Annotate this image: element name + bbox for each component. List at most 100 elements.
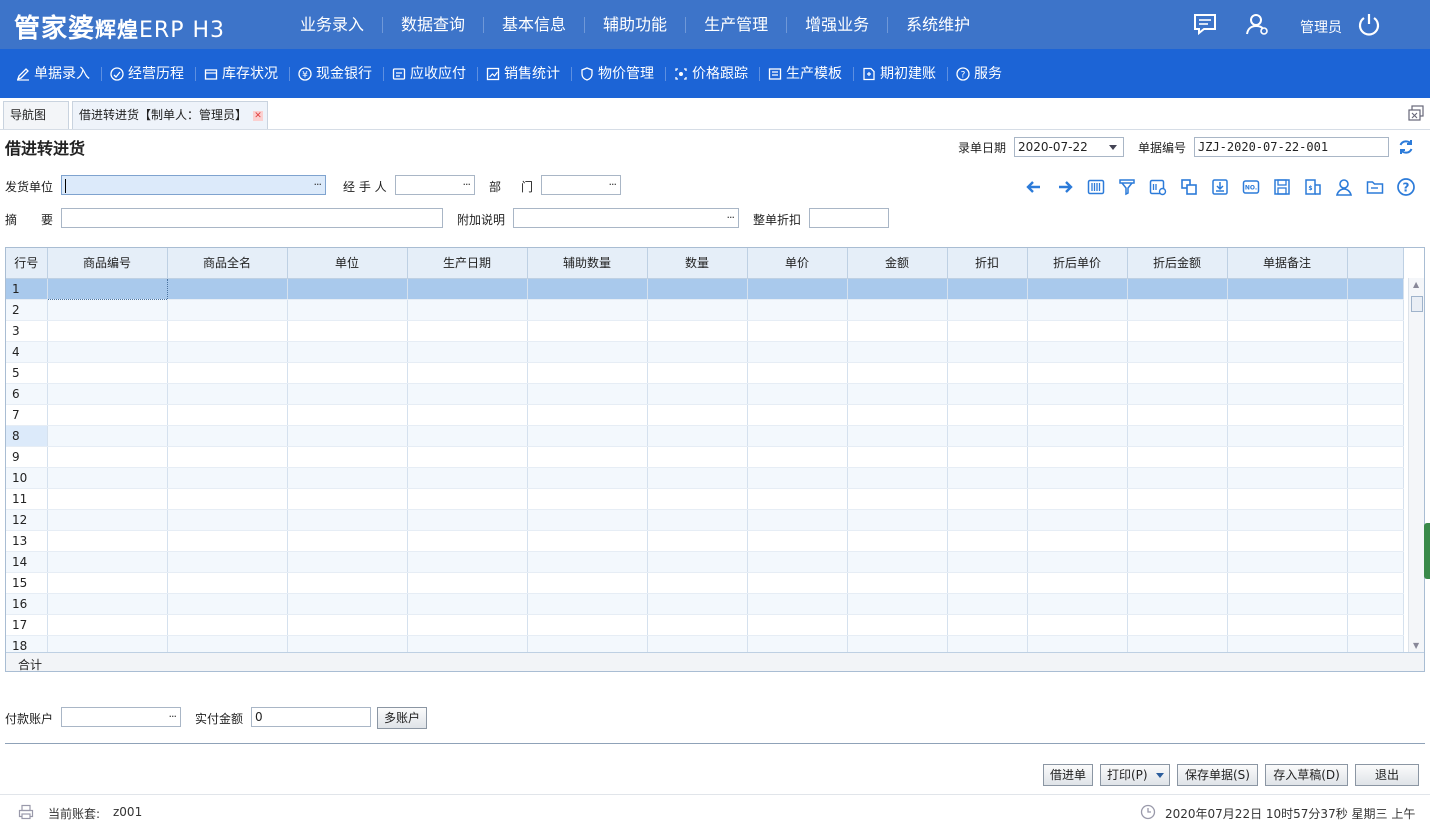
next-arrow-icon[interactable] (1055, 177, 1086, 197)
grid-cell[interactable] (287, 614, 408, 636)
grid-cell[interactable] (1127, 362, 1228, 384)
grid-cell[interactable] (947, 341, 1028, 363)
grid-cell[interactable] (1227, 299, 1348, 321)
grid-cell[interactable] (947, 551, 1028, 573)
quick-menu-item-bill-entry[interactable]: 单据录入 (8, 66, 102, 81)
grid-cell[interactable] (647, 488, 748, 510)
grid-cell[interactable] (47, 383, 168, 405)
quick-menu-item-stock[interactable]: 库存状况 (196, 66, 290, 81)
browse-icon[interactable]: ··· (463, 176, 471, 194)
grid-cell[interactable] (1227, 467, 1348, 489)
grid-cell[interactable] (527, 299, 648, 321)
save-disk-icon[interactable] (1272, 177, 1303, 197)
grid-cell[interactable] (407, 572, 528, 594)
grid-cell[interactable] (947, 320, 1028, 342)
grid-cell[interactable] (847, 341, 948, 363)
grid-cell[interactable] (407, 425, 528, 447)
grid-cell[interactable] (1227, 572, 1348, 594)
grid-cell[interactable] (287, 383, 408, 405)
grid-cell[interactable] (947, 467, 1028, 489)
grid-cell[interactable] (747, 362, 848, 384)
grid-cell[interactable] (407, 593, 528, 615)
table-row[interactable]: 2 (6, 299, 1404, 321)
grid-cell[interactable] (1227, 551, 1348, 573)
summary-input[interactable] (61, 208, 443, 228)
table-row[interactable]: 14 (6, 551, 1404, 573)
grid-cell[interactable] (747, 299, 848, 321)
grid-cell[interactable] (1127, 614, 1228, 636)
grid-cell[interactable] (1127, 593, 1228, 615)
print-button[interactable]: 打印(P) (1100, 764, 1170, 786)
grid-cell[interactable] (1027, 383, 1128, 405)
scroll-thumb[interactable] (1411, 296, 1423, 312)
table-row[interactable]: 6 (6, 383, 1404, 405)
tab-borrow-to-purchase[interactable]: 借进转进货【制单人：管理员】 ✕ (72, 101, 268, 129)
grid-cell[interactable] (947, 593, 1028, 615)
grid-cell[interactable] (947, 614, 1028, 636)
browse-icon[interactable]: ··· (314, 176, 322, 194)
grid-cell[interactable] (47, 551, 168, 573)
grid-cell[interactable] (647, 551, 748, 573)
main-menu-item[interactable]: 基本信息 (484, 16, 586, 33)
grid-cell[interactable] (847, 299, 948, 321)
grid-cell[interactable] (167, 446, 288, 468)
grid-cell[interactable] (1127, 341, 1228, 363)
grid-cell[interactable] (1127, 320, 1228, 342)
grid-cell[interactable] (647, 320, 748, 342)
copy-icon[interactable] (1179, 177, 1210, 197)
handler-input[interactable]: ··· (395, 175, 475, 195)
grid-cell[interactable] (1227, 446, 1348, 468)
grid-cell[interactable] (287, 530, 408, 552)
grid-cell[interactable] (847, 446, 948, 468)
quick-menu-item-history[interactable]: 经营历程 (102, 66, 196, 81)
grid-cell[interactable] (1027, 320, 1128, 342)
grid-cell[interactable] (747, 572, 848, 594)
barcode-icon[interactable] (1086, 177, 1117, 197)
grid-cell[interactable] (527, 383, 648, 405)
grid-cell[interactable] (1127, 383, 1228, 405)
grid-cell[interactable] (1027, 299, 1128, 321)
quick-menu-item-price[interactable]: 物价管理 (572, 66, 666, 81)
grid-cell[interactable] (647, 425, 748, 447)
grid-cell[interactable] (647, 467, 748, 489)
grid-cell[interactable] (527, 614, 648, 636)
grid-cell[interactable] (747, 320, 848, 342)
main-menu-item[interactable]: 辅助功能 (585, 16, 687, 33)
column-header[interactable]: 辅助数量 (527, 248, 648, 279)
multi-account-button[interactable]: 多账户 (377, 707, 427, 729)
grid-cell[interactable] (407, 467, 528, 489)
grid-cell[interactable] (167, 362, 288, 384)
grid-scrollbar[interactable]: ▲ ▼ (1408, 278, 1424, 652)
grid-cell[interactable] (747, 509, 848, 531)
dept-input[interactable]: ··· (541, 175, 621, 195)
grid-cell[interactable] (527, 572, 648, 594)
bill-no-field[interactable]: JZJ-2020-07-22-001 (1194, 137, 1389, 157)
restore-window-icon[interactable] (1407, 104, 1425, 125)
grid-cell[interactable] (167, 530, 288, 552)
grid-cell[interactable] (747, 467, 848, 489)
table-row[interactable]: 9 (6, 446, 1404, 468)
grid-cell[interactable] (407, 488, 528, 510)
serial-number-icon[interactable]: NO. (1241, 177, 1272, 197)
grid-cell[interactable] (527, 551, 648, 573)
grid-cell[interactable] (1127, 530, 1228, 552)
grid-cell[interactable] (647, 404, 748, 426)
grid-cell[interactable] (527, 530, 648, 552)
grid-cell[interactable] (947, 299, 1028, 321)
browse-icon[interactable]: ··· (609, 176, 617, 194)
grid-cell[interactable] (407, 362, 528, 384)
grid-cell[interactable] (527, 362, 648, 384)
table-row[interactable]: 12 (6, 509, 1404, 531)
grid-cell[interactable] (527, 404, 648, 426)
batch-settings-icon[interactable] (1148, 177, 1179, 197)
grid-cell[interactable] (527, 593, 648, 615)
column-header[interactable]: 单价 (747, 248, 848, 279)
grid-cell[interactable] (947, 278, 1028, 300)
grid-cell[interactable] (167, 488, 288, 510)
grid-cell[interactable] (47, 614, 168, 636)
grid-cell[interactable] (1227, 341, 1348, 363)
grid-cell[interactable] (287, 320, 408, 342)
extra-note-input[interactable]: ··· (513, 208, 739, 228)
grid-cell[interactable] (407, 551, 528, 573)
grid-cell[interactable] (47, 341, 168, 363)
